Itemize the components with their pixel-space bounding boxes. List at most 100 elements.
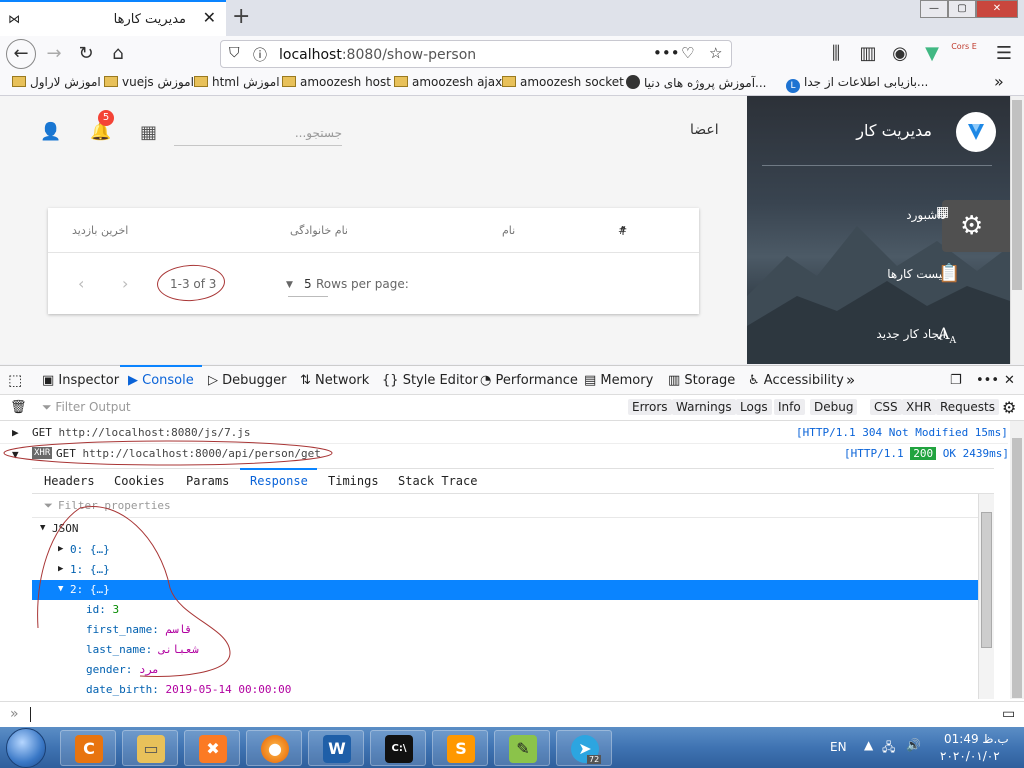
- bookmark-folder[interactable]: amoozesh socket: [502, 75, 624, 89]
- sidebar-item-new-task[interactable]: ایجاد کار جدید: [866, 327, 946, 341]
- vue-devtools-icon[interactable]: ▼: [918, 42, 946, 66]
- subtab-params[interactable]: Params: [186, 474, 229, 488]
- devtools-tab-storage[interactable]: ▥ Storage: [668, 373, 735, 388]
- minimize-button[interactable]: —: [920, 0, 948, 18]
- page-scrollbar-thumb[interactable]: [1012, 100, 1022, 290]
- devtools-tab-console[interactable]: ▶ Console: [128, 373, 194, 388]
- split-console-icon[interactable]: ▭: [1002, 706, 1015, 722]
- gear-icon[interactable]: ⚙: [960, 211, 983, 241]
- column-header-last-visit[interactable]: اخرین بازدید: [72, 224, 128, 237]
- debugger-icon: ▷: [208, 373, 223, 388]
- page-actions-icon[interactable]: •••: [653, 44, 680, 62]
- console-settings-gear-icon[interactable]: ⚙: [1002, 398, 1016, 417]
- subtab-cookies[interactable]: Cookies: [114, 474, 165, 488]
- console-input[interactable]: » ▭: [0, 701, 1024, 727]
- column-header-last-name[interactable]: نام خانوادگی: [290, 224, 348, 237]
- devtools-tab-memory[interactable]: ▤ Memory: [584, 373, 653, 388]
- language-indicator[interactable]: EN: [830, 740, 847, 754]
- network-tray-icon[interactable]: 🖧: [882, 738, 895, 759]
- next-page-icon[interactable]: ›: [122, 274, 128, 293]
- bookmarks-overflow-icon[interactable]: »: [994, 72, 1004, 91]
- element-picker-icon[interactable]: ⬚: [8, 371, 22, 389]
- filter-errors-button[interactable]: Errors: [628, 399, 672, 415]
- menu-icon[interactable]: ☰: [990, 42, 1018, 66]
- devtools-tab-network[interactable]: ⇅ Network: [300, 373, 369, 388]
- taskbar-app-cmd[interactable]: C:\: [370, 730, 426, 766]
- subtab-headers[interactable]: Headers: [44, 474, 95, 488]
- bookmark-folder[interactable]: اموزش لاراول: [12, 75, 101, 89]
- filter-debug-button[interactable]: Debug: [810, 399, 858, 415]
- bookmark-folder[interactable]: html اموزش: [194, 75, 280, 89]
- bookmark-star-icon[interactable]: ☆: [709, 44, 722, 62]
- sidebar-item-task-list[interactable]: لیست کارها: [878, 267, 946, 281]
- sidebar-toggle-icon[interactable]: ▥: [854, 42, 882, 66]
- filter-output-input[interactable]: ⏷ Filter Output: [42, 400, 131, 415]
- info-icon[interactable]: ⓘ: [253, 45, 267, 65]
- filter-info-button[interactable]: Info: [774, 399, 805, 415]
- devtools-tab-inspector[interactable]: ▣ Inspector: [42, 373, 119, 388]
- apps-grid-icon[interactable]: ▦: [140, 122, 157, 143]
- library-icon[interactable]: ⫼: [822, 42, 850, 66]
- bookmark-folder[interactable]: amoozesh host: [282, 75, 391, 89]
- reload-icon[interactable]: ↻: [72, 42, 100, 66]
- taskbar-app-sublime[interactable]: S: [432, 730, 488, 766]
- response-scrollbar-thumb[interactable]: [981, 512, 992, 648]
- subtab-stack-trace[interactable]: Stack Trace: [398, 474, 477, 488]
- clock-time[interactable]: 01:49 ب.ظ: [944, 732, 1009, 746]
- cors-extension-icon[interactable]: Cors E: [950, 42, 978, 66]
- bookmark-link[interactable]: آموزش پروژه های دنیا...: [626, 75, 766, 90]
- dropdown-arrow-icon[interactable]: ▼: [286, 280, 293, 290]
- taskbar-app-telegram[interactable]: ➤ 72: [556, 730, 612, 766]
- console-scrollbar-thumb[interactable]: [1012, 438, 1022, 698]
- rows-per-page-select[interactable]: 5: [304, 277, 312, 291]
- back-arrow-icon[interactable]: ←: [6, 39, 36, 69]
- taskbar-app-ccleaner[interactable]: C: [60, 730, 116, 766]
- forward-arrow-icon[interactable]: →: [40, 42, 68, 66]
- devtools-tab-performance[interactable]: ◔ Performance: [480, 373, 578, 388]
- tabs-overflow-icon[interactable]: »: [846, 371, 855, 389]
- taskbar-app-notepadpp[interactable]: ✎: [494, 730, 550, 766]
- tab-close-icon[interactable]: ✕: [203, 8, 216, 27]
- bookmark-link[interactable]: L بازیابی اطلاعات از جدا...: [786, 75, 928, 93]
- devtools-close-icon[interactable]: ✕: [1004, 373, 1015, 388]
- bookmark-folder[interactable]: vuejs اموزش: [104, 75, 194, 89]
- devtools-tab-accessibility[interactable]: ♿ Accessibility: [748, 373, 844, 388]
- browser-tab[interactable]: ⋈ مدیریت کارها ✕: [0, 0, 226, 36]
- shield-icon[interactable]: ⛉: [229, 45, 240, 61]
- filter-logs-button[interactable]: Logs: [736, 399, 772, 415]
- bookmark-folder[interactable]: amoozesh ajax: [394, 75, 502, 89]
- filter-css-button[interactable]: CSS: [870, 399, 902, 415]
- maximize-button[interactable]: ▢: [948, 0, 976, 18]
- user-icon[interactable]: 👤: [40, 122, 61, 142]
- windows-start-icon[interactable]: [6, 728, 46, 768]
- home-icon[interactable]: ⌂: [104, 42, 132, 66]
- search-input[interactable]: [174, 120, 342, 146]
- filter-xhr-button[interactable]: XHR: [902, 399, 936, 415]
- pocket-icon[interactable]: ♡: [681, 44, 694, 62]
- column-header-index[interactable]: #: [618, 224, 627, 237]
- filter-requests-button[interactable]: Requests: [936, 399, 999, 415]
- taskbar-app-explorer[interactable]: ▭: [122, 730, 178, 766]
- filter-warnings-button[interactable]: Warnings: [672, 399, 736, 415]
- url-text[interactable]: localhost:8080/show-person: [279, 47, 476, 63]
- volume-icon[interactable]: 🔊: [906, 738, 921, 752]
- devtools-tab-style-editor[interactable]: {} Style Editor: [382, 373, 478, 388]
- url-bar[interactable]: ⛉ ⓘ localhost:8080/show-person ••• ♡ ☆: [220, 40, 732, 68]
- clock-date[interactable]: ۲۰۲۰/۰۱/۰۲: [940, 749, 1000, 763]
- taskbar-app-xampp[interactable]: ✖: [184, 730, 240, 766]
- window-close-button[interactable]: ✕: [976, 0, 1018, 18]
- column-header-first-name[interactable]: نام: [502, 224, 515, 237]
- subtab-response[interactable]: Response: [250, 474, 308, 488]
- sidebar-item-dashboard[interactable]: داشبورد: [870, 208, 946, 222]
- trash-icon[interactable]: 🗑: [10, 400, 27, 415]
- devtools-tab-debugger[interactable]: ▷ Debugger: [208, 373, 287, 388]
- subtab-timings[interactable]: Timings: [328, 474, 379, 488]
- devtools-options-icon[interactable]: •••: [976, 373, 999, 388]
- taskbar-app-firefox[interactable]: ●: [246, 730, 302, 766]
- new-tab-button[interactable]: +: [232, 4, 250, 29]
- dock-icon[interactable]: ❐: [950, 373, 962, 388]
- taskbar-app-webstorm[interactable]: W: [308, 730, 364, 766]
- previous-page-icon[interactable]: ‹: [78, 274, 84, 293]
- tray-arrow-icon[interactable]: ▲: [864, 738, 873, 752]
- account-icon[interactable]: ◉: [886, 42, 914, 66]
